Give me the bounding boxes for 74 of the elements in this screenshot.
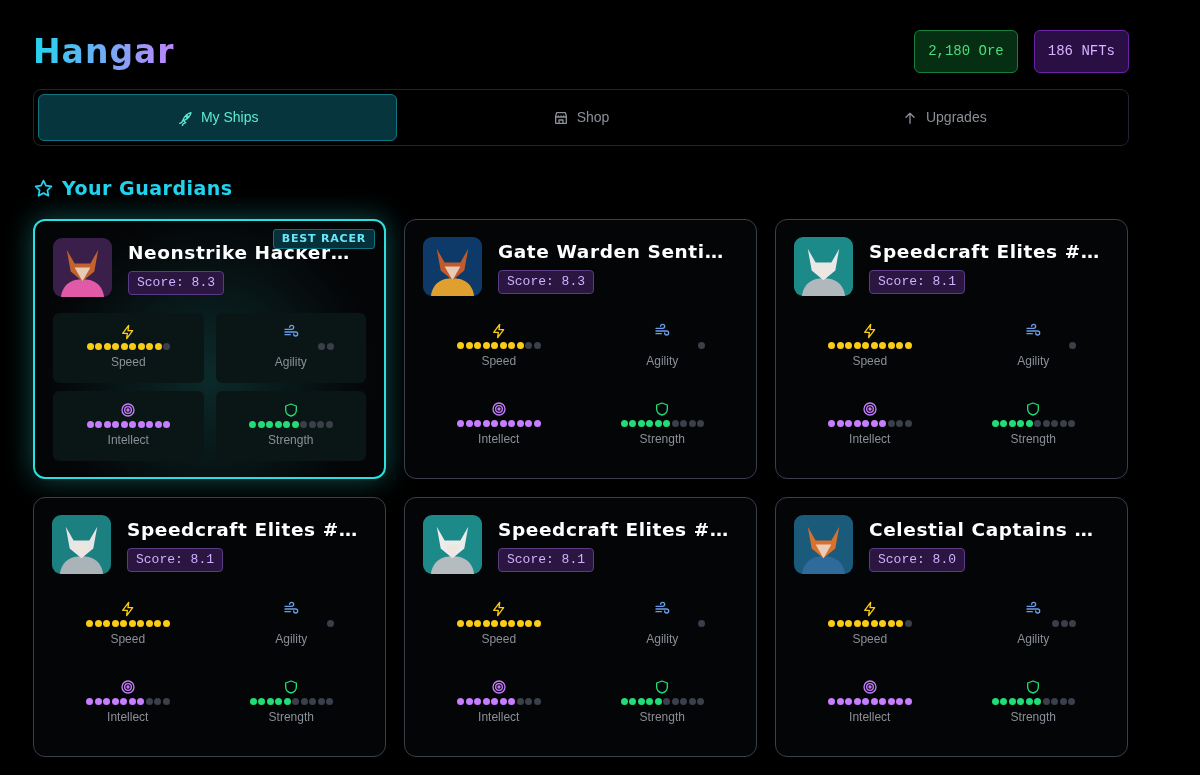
section-title: Your Guardians bbox=[62, 176, 233, 201]
guardian-name: Speedcraft Elites #… bbox=[127, 518, 358, 543]
shield-icon bbox=[1025, 401, 1042, 417]
wind-icon bbox=[282, 324, 299, 340]
stat-label: Intellect bbox=[849, 709, 891, 726]
score-badge: Score: 8.3 bbox=[498, 270, 594, 294]
stat-label: Speed bbox=[481, 631, 517, 648]
guardian-name: Speedcraft Elites #… bbox=[869, 240, 1100, 265]
wind-icon bbox=[1025, 601, 1042, 617]
guardian-name: Gate Warden Senti… bbox=[498, 240, 724, 265]
guardian-name: Speedcraft Elites #… bbox=[498, 518, 729, 543]
star-icon bbox=[33, 177, 54, 199]
stat-label: Agility bbox=[646, 631, 679, 648]
guardian-card[interactable]: Speedcraft Elites #… Score: 8.1 Speed Agility Intellect Strength bbox=[33, 496, 386, 757]
lightning-icon bbox=[861, 323, 878, 339]
score-badge: Score: 8.1 bbox=[498, 548, 594, 572]
target-icon bbox=[861, 679, 878, 695]
nft-count: 186 NFTs bbox=[1033, 30, 1129, 73]
lightning-icon bbox=[490, 323, 507, 339]
stat-label: Speed bbox=[481, 353, 517, 370]
ore-balance: 2,180 Ore bbox=[914, 30, 1018, 73]
stat-label: Intellect bbox=[107, 432, 149, 449]
shield-icon bbox=[282, 402, 299, 418]
wind-icon bbox=[654, 323, 671, 339]
tab[interactable]: My Ships bbox=[38, 94, 398, 141]
wind-icon bbox=[654, 601, 671, 617]
wind-icon bbox=[1025, 323, 1042, 339]
best-racer-badge: BEST RACER bbox=[272, 228, 375, 249]
target-icon bbox=[490, 679, 507, 695]
stat-label: Agility bbox=[1017, 631, 1050, 648]
stat-label: Strength bbox=[1010, 431, 1056, 448]
score-badge: Score: 8.3 bbox=[128, 271, 224, 295]
stat-label: Agility bbox=[1017, 353, 1050, 370]
score-badge: Score: 8.0 bbox=[869, 548, 965, 572]
guardian-card[interactable]: Gate Warden Senti… Score: 8.3 Speed Agility Intellect Strength bbox=[404, 218, 757, 479]
stat-label: Speed bbox=[110, 354, 146, 371]
stat-label: Agility bbox=[274, 354, 307, 371]
stat-label: Strength bbox=[1010, 709, 1056, 726]
shield-icon bbox=[654, 401, 671, 417]
target-icon bbox=[490, 401, 507, 417]
stat-label: Intellect bbox=[849, 431, 891, 448]
wind-icon bbox=[283, 601, 300, 617]
score-badge: Score: 8.1 bbox=[127, 548, 223, 572]
stat-label: Strength bbox=[639, 431, 685, 448]
stat-label: Speed bbox=[110, 631, 146, 648]
guardian-name: Celestial Captains … bbox=[869, 518, 1094, 543]
stat-label: Strength bbox=[268, 432, 314, 449]
target-icon bbox=[861, 401, 878, 417]
stat-label: Strength bbox=[639, 709, 685, 726]
target-icon bbox=[120, 402, 137, 418]
shield-icon bbox=[1025, 679, 1042, 695]
lightning-icon bbox=[119, 601, 136, 617]
stat-label: Intellect bbox=[478, 431, 520, 448]
stat-label: Agility bbox=[646, 353, 679, 370]
tab[interactable]: Upgrades bbox=[764, 94, 1124, 141]
stat-label: Speed bbox=[852, 631, 888, 648]
stat-label: Speed bbox=[852, 353, 888, 370]
target-icon bbox=[119, 679, 136, 695]
shield-icon bbox=[283, 679, 300, 695]
guardian-card[interactable]: Speedcraft Elites #… Score: 8.1 Speed Agility Intellect Strength bbox=[775, 218, 1128, 479]
stat-label: Intellect bbox=[478, 709, 520, 726]
guardian-card[interactable]: BEST RACER Neonstrike Hacker… Score: 8.3 Speed Agility Intellect Strength bbox=[33, 218, 386, 479]
rocket-icon bbox=[176, 109, 193, 126]
guardian-card[interactable]: Speedcraft Elites #… Score: 8.1 Speed Agility Intellect Strength bbox=[404, 496, 757, 757]
guardian-card[interactable]: Celestial Captains … Score: 8.0 Speed Agility Intellect Strength bbox=[775, 496, 1128, 757]
stat-label: Intellect bbox=[107, 709, 149, 726]
stat-label: Agility bbox=[275, 631, 308, 648]
lightning-icon bbox=[490, 601, 507, 617]
score-badge: Score: 8.1 bbox=[869, 270, 965, 294]
lightning-icon bbox=[861, 601, 878, 617]
store-icon bbox=[552, 109, 569, 126]
shield-icon bbox=[654, 679, 671, 695]
stat-label: Strength bbox=[268, 709, 314, 726]
tab[interactable]: Shop bbox=[401, 94, 761, 141]
